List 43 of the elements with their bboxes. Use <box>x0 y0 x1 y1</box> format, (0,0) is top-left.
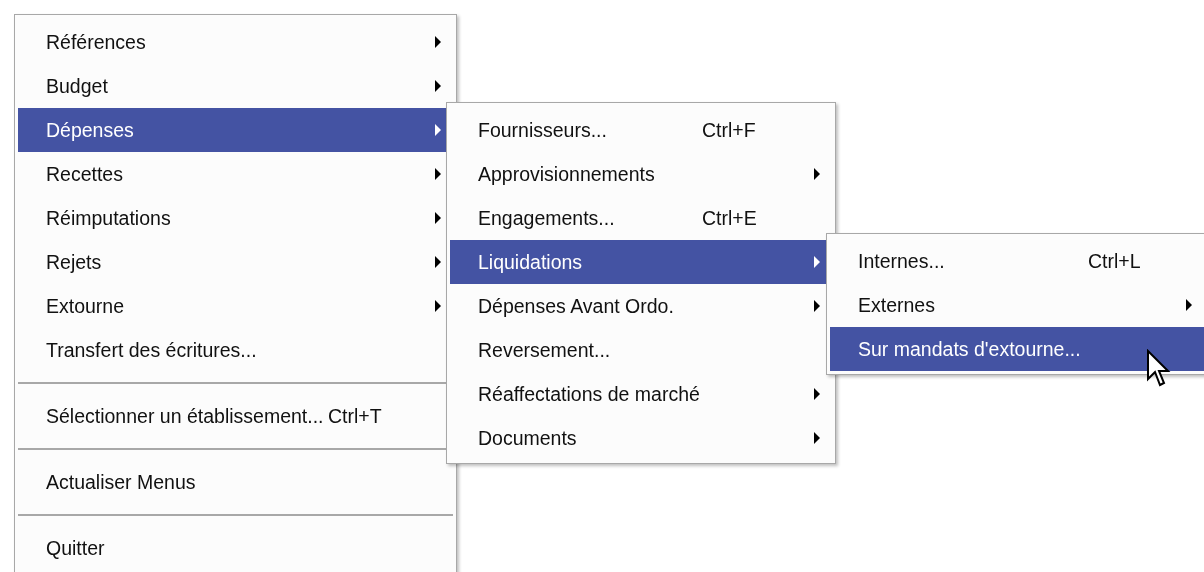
menu-item[interactable]: Budget <box>18 64 453 108</box>
menu-item[interactable]: Actualiser Menus <box>18 460 453 504</box>
shortcut-label: Ctrl+L <box>1088 249 1142 273</box>
menu-item-label: Engagements... <box>477 206 616 230</box>
menu-item[interactable]: Références <box>18 20 453 64</box>
menu-item[interactable]: Fournisseurs... Ctrl+F <box>450 108 832 152</box>
menu-item-label: Externes <box>857 293 936 317</box>
menu-item-label: Dépenses <box>45 118 135 142</box>
menu-item-label: Internes... <box>857 249 946 273</box>
menu-item[interactable]: Réimputations <box>18 196 453 240</box>
menu-item-label: Extourne <box>45 294 126 318</box>
menu-item[interactable]: Réaffectations de marché <box>450 372 832 416</box>
menu-item-label: Sur mandats d'extourne... <box>857 337 1082 361</box>
menu-item-label: Actualiser Menus <box>45 470 197 494</box>
menu-item[interactable]: Approvisionnements <box>450 152 832 196</box>
shortcut-label: Ctrl+T <box>328 404 383 428</box>
menu-item[interactable]: Internes... Ctrl+L <box>830 239 1204 283</box>
menu-item[interactable]: Externes <box>830 283 1204 327</box>
menu-item-label: Recettes <box>45 162 124 186</box>
menu-item-label: Quitter <box>45 536 106 560</box>
menu-item[interactable]: Extourne <box>18 284 453 328</box>
menu-item-label: Approvisionnements <box>477 162 656 186</box>
menu-item-label: Sélectionner un établissement... <box>45 404 325 428</box>
menu-item[interactable]: Sur mandats d'extourne... <box>830 327 1204 371</box>
menu-item-label: Dépenses Avant Ordo. <box>477 294 675 318</box>
menu-item[interactable]: Engagements... Ctrl+E <box>450 196 832 240</box>
menu-item-label: Transfert des écritures... <box>45 338 258 362</box>
menu-item-label: Réimputations <box>45 206 172 230</box>
menu-item-label: Reversement... <box>477 338 612 362</box>
menu-item[interactable]: Dépenses Avant Ordo. <box>450 284 832 328</box>
menu-item-label: Réaffectations de marché <box>477 382 701 406</box>
menu-item[interactable]: Rejets <box>18 240 453 284</box>
menu-item-label: Rejets <box>45 250 103 274</box>
shortcut-label: Ctrl+F <box>702 118 757 142</box>
menu-item-label: Documents <box>477 426 578 450</box>
menu-item-label: Budget <box>45 74 109 98</box>
menu-item-label: Références <box>45 30 147 54</box>
menu-item[interactable]: Quitter <box>18 526 453 570</box>
menu-item-label: Fournisseurs... <box>477 118 608 142</box>
menu-item[interactable]: Recettes <box>18 152 453 196</box>
menu-item[interactable]: Documents <box>450 416 832 460</box>
menu-item-label: Liquidations <box>477 250 584 274</box>
shortcut-label: Ctrl+E <box>702 206 758 230</box>
